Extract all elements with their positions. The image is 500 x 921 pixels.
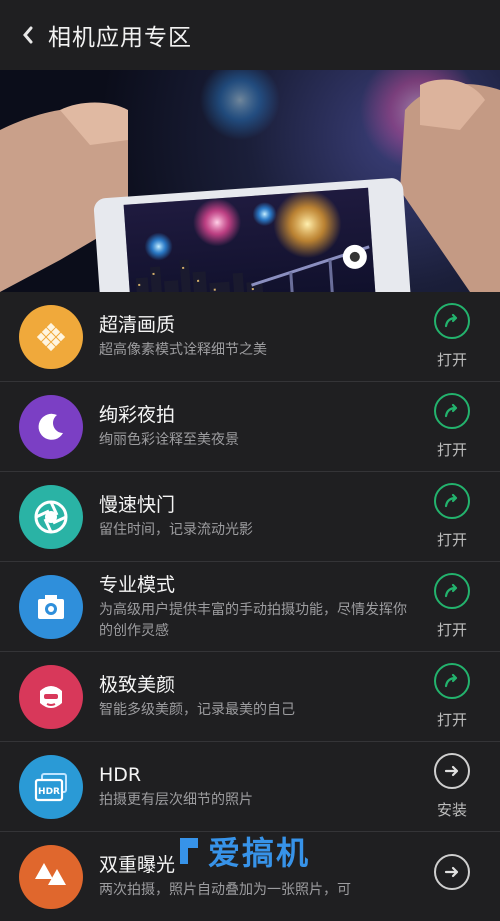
app-list: 超清画质 超高像素模式诠释细节之美 打开 绚彩夜拍 绚丽色彩诠释至美夜景 打开	[0, 292, 500, 921]
list-item[interactable]: 专业模式 为高级用户提供丰富的手动拍摄功能，尽情发挥你的创作灵感 打开	[0, 562, 500, 652]
item-name: 绚彩夜拍	[99, 404, 176, 426]
app-icon	[19, 574, 83, 639]
chevron-left-icon	[23, 26, 33, 44]
watermark-text: 爱搞机	[208, 834, 311, 872]
list-item[interactable]: 绚彩夜拍 绚丽色彩诠释至美夜景 打开	[0, 382, 500, 472]
action-label: 打开	[436, 711, 467, 729]
item-name: 极致美颜	[99, 674, 176, 696]
item-description: 绚丽色彩诠释至美夜景	[99, 432, 239, 448]
share-arrow-icon	[444, 673, 458, 688]
app-icon	[19, 664, 83, 729]
item-description: 两次拍摄，照片自动叠加为一张照片，可	[99, 882, 351, 898]
arrow-right-icon	[444, 765, 459, 777]
watermark-logo-icon	[180, 838, 198, 864]
action-label: 打开	[436, 621, 467, 639]
app-icon: HDR	[19, 754, 83, 819]
list-item[interactable]: 慢速快门 留住时间，记录流动光影 打开	[0, 472, 500, 562]
camera-banner-image	[0, 70, 500, 292]
grid-diamond-icon	[36, 322, 66, 351]
open-button[interactable]: 打开	[422, 663, 482, 730]
action-label: 打开	[436, 531, 467, 549]
list-item[interactable]: 极致美颜 智能多级美颜，记录最美的自己 打开	[0, 652, 500, 742]
open-button[interactable]: 打开	[422, 303, 482, 370]
page-title: 相机应用专区	[48, 25, 192, 51]
app-icon	[19, 484, 83, 549]
hdr-icon: HDR	[34, 772, 67, 801]
app-icon	[19, 844, 83, 909]
moon-icon	[38, 413, 63, 440]
open-button[interactable]: 打开	[422, 393, 482, 460]
item-description: 拍摄更有层次细节的照片	[99, 792, 253, 808]
share-arrow-icon	[444, 583, 458, 598]
item-description: 智能多级美颜，记录最美的自己	[99, 702, 295, 718]
item-description: 留住时间，记录流动光影	[99, 522, 253, 538]
item-name: 超清画质	[99, 314, 176, 336]
trees-icon	[35, 862, 66, 885]
watermark: 爱搞机	[176, 828, 310, 874]
list-item[interactable]: HDR HDR 拍摄更有层次细节的照片 安装	[0, 742, 500, 832]
camera-icon	[38, 594, 64, 619]
action-label: 打开	[436, 351, 467, 369]
back-button[interactable]	[8, 25, 48, 45]
header-bar: 相机应用专区	[0, 0, 500, 70]
app-icon	[19, 394, 83, 459]
install-button[interactable]: 安装	[422, 753, 482, 820]
item-description: 超高像素模式诠释细节之美	[99, 342, 267, 358]
action-label: 安装	[436, 801, 467, 819]
list-item[interactable]: 超清画质 超高像素模式诠释细节之美 打开	[0, 292, 500, 382]
install-button[interactable]	[422, 853, 482, 900]
share-arrow-icon	[444, 493, 458, 508]
svg-text:HDR: HDR	[38, 787, 60, 797]
item-name: HDR	[99, 764, 142, 786]
item-name: 专业模式	[99, 573, 176, 596]
share-arrow-icon	[444, 313, 458, 328]
open-button[interactable]: 打开	[422, 483, 482, 550]
open-button[interactable]: 打开	[422, 573, 482, 640]
arrow-right-icon	[444, 866, 459, 877]
face-icon	[40, 685, 62, 708]
share-arrow-icon	[444, 403, 458, 418]
app-icon	[19, 304, 83, 369]
item-name: 慢速快门	[99, 494, 176, 516]
item-description: 为高级用户提供丰富的手动拍摄功能，尽情发挥你的创作灵感	[99, 601, 407, 639]
shutter-icon	[34, 500, 68, 533]
action-label: 打开	[436, 441, 467, 459]
